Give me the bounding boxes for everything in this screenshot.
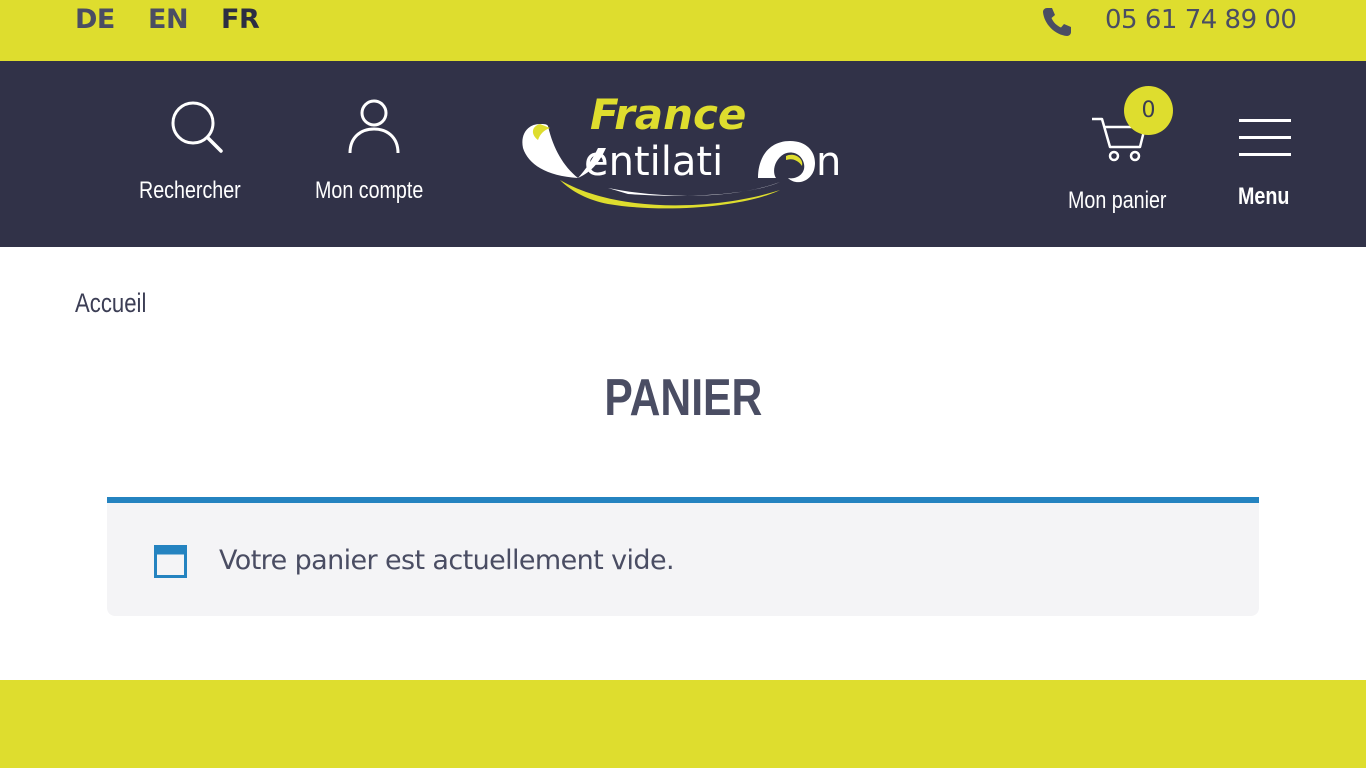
- france-ventilation-logo[interactable]: France entilati n: [518, 86, 848, 216]
- page-title: PANIER: [604, 369, 762, 427]
- menu-button[interactable]: Menu: [1230, 111, 1300, 221]
- account-button[interactable]: Mon compte: [300, 91, 450, 221]
- footer: [0, 680, 1366, 768]
- logo-france-text: France: [590, 90, 746, 139]
- cart-count-badge: 0: [1124, 86, 1173, 135]
- account-label: Mon compte: [315, 177, 424, 204]
- language-de-link[interactable]: DE: [75, 4, 115, 35]
- search-label: Rechercher: [139, 177, 241, 204]
- language-en-link[interactable]: EN: [148, 4, 189, 35]
- search-icon: [171, 101, 223, 153]
- breadcrumb-home-link[interactable]: Accueil: [75, 288, 146, 319]
- phone-icon[interactable]: [1040, 5, 1074, 39]
- empty-cart-notice: Votre panier est actuellement vide.: [107, 497, 1259, 616]
- empty-cart-message: Votre panier est actuellement vide.: [219, 545, 675, 576]
- menu-label: Menu: [1238, 183, 1290, 210]
- svg-text:n: n: [816, 139, 841, 185]
- phone-number-link[interactable]: 05 61 74 89 00: [1105, 5, 1297, 35]
- top-bar: DE EN FR 05 61 74 89 00: [0, 0, 1366, 61]
- svg-text:entilati: entilati: [584, 139, 723, 185]
- language-fr-link[interactable]: FR: [221, 4, 260, 35]
- window-icon: [154, 545, 187, 578]
- user-icon: [348, 99, 400, 154]
- cart-button[interactable]: 0 Mon panier: [1060, 85, 1190, 225]
- hamburger-icon: [1239, 119, 1291, 157]
- search-button[interactable]: Rechercher: [125, 91, 275, 221]
- main-header: Rechercher Mon compte France entilati n …: [0, 61, 1366, 247]
- cart-label: Mon panier: [1068, 187, 1167, 214]
